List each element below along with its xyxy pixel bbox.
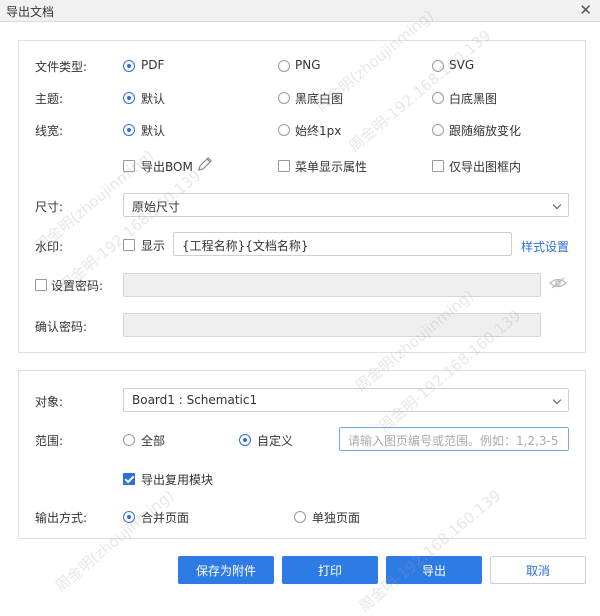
file-type-pdf-label: PDF (141, 58, 165, 72)
theme-white-bg-radio[interactable] (432, 92, 444, 104)
file-type-png-radio[interactable] (278, 60, 290, 72)
export-bom-label: 导出BOM (141, 160, 193, 174)
set-password-label: 设置密码: (51, 279, 104, 293)
dialog-title: 导出文档 (6, 5, 55, 19)
output-merge-label: 合并页面 (141, 511, 190, 525)
line-width-1px-radio[interactable] (278, 124, 290, 136)
watermark-show-label: 显示 (141, 239, 166, 253)
theme-black-bg-label: 黑底白图 (295, 92, 344, 106)
size-select[interactable]: 原始尺寸 (123, 193, 569, 217)
file-type-pdf-radio[interactable] (123, 60, 135, 72)
pencil-icon[interactable] (196, 155, 214, 173)
confirm-password-label: 确认密码: (35, 320, 88, 334)
watermark-style-link[interactable]: 样式设置 (521, 238, 569, 255)
line-width-scale-label: 跟随缩放变化 (449, 124, 522, 138)
export-reuse-label: 导出复用模块 (141, 473, 214, 487)
line-width-label: 线宽: (35, 124, 64, 138)
theme-label: 主题: (35, 92, 64, 106)
line-width-1px-label: 始终1px (295, 124, 342, 138)
chevron-down-icon (552, 200, 562, 210)
dialog-titlebar: 导出文档 ✕ (0, 0, 600, 22)
file-type-png-label: PNG (295, 58, 321, 72)
line-width-default-label: 默认 (141, 124, 166, 138)
line-width-scale-radio[interactable] (432, 124, 444, 136)
range-input-placeholder: 请输入图页编号或范围。例如：1,2,3-5 (348, 434, 559, 448)
line-width-default-radio[interactable] (123, 124, 135, 136)
theme-white-bg-label: 白底黑图 (449, 92, 498, 106)
menu-attrs-checkbox[interactable] (278, 160, 290, 172)
object-label: 对象: (35, 395, 64, 409)
theme-default-label: 默认 (141, 92, 166, 106)
cancel-button[interactable]: 取消 (490, 556, 586, 584)
size-label: 尺寸: (35, 200, 64, 214)
watermark-label: 水印: (35, 240, 64, 254)
watermark-show-checkbox[interactable] (123, 239, 135, 251)
output-separate-label: 单独页面 (312, 511, 361, 525)
export-button[interactable]: 导出 (386, 556, 482, 584)
range-all-radio[interactable] (123, 434, 135, 446)
set-password-checkbox[interactable] (35, 279, 47, 291)
range-custom-radio[interactable] (239, 434, 251, 446)
frame-only-checkbox[interactable] (432, 160, 444, 172)
export-reuse-checkbox[interactable] (123, 473, 135, 485)
frame-only-label: 仅导出图框内 (449, 160, 522, 174)
close-icon[interactable]: ✕ (579, 1, 592, 19)
theme-black-bg-radio[interactable] (278, 92, 290, 104)
eye-off-icon[interactable] (549, 276, 567, 290)
object-select-value: Board1 : Schematic1 (132, 393, 258, 407)
range-all-label: 全部 (141, 434, 166, 448)
range-custom-label: 自定义 (257, 434, 294, 448)
export-bom-checkbox[interactable] (123, 160, 135, 172)
menu-attrs-label: 菜单显示属性 (295, 160, 368, 174)
confirm-password-input[interactable] (123, 313, 541, 337)
watermark-text-value: {工程名称}{文档名称} (182, 239, 309, 253)
range-input[interactable]: 请输入图页编号或范围。例如：1,2,3-5 (339, 427, 569, 451)
range-label: 范围: (35, 434, 64, 448)
file-type-svg-label: SVG (449, 58, 475, 72)
object-select[interactable]: Board1 : Schematic1 (123, 388, 569, 412)
chevron-down-icon (552, 395, 562, 405)
output-mode-label: 输出方式: (35, 511, 88, 525)
file-type-label: 文件类型: (35, 60, 88, 74)
watermark-text-input[interactable]: {工程名称}{文档名称} (173, 232, 512, 256)
password-input[interactable] (123, 273, 541, 297)
file-type-svg-radio[interactable] (432, 60, 444, 72)
output-separate-radio[interactable] (294, 511, 306, 523)
output-merge-radio[interactable] (123, 511, 135, 523)
size-select-value: 原始尺寸 (132, 200, 181, 214)
print-button[interactable]: 打印 (282, 556, 378, 584)
save-as-attachment-button[interactable]: 保存为附件 (178, 556, 274, 584)
theme-default-radio[interactable] (123, 92, 135, 104)
